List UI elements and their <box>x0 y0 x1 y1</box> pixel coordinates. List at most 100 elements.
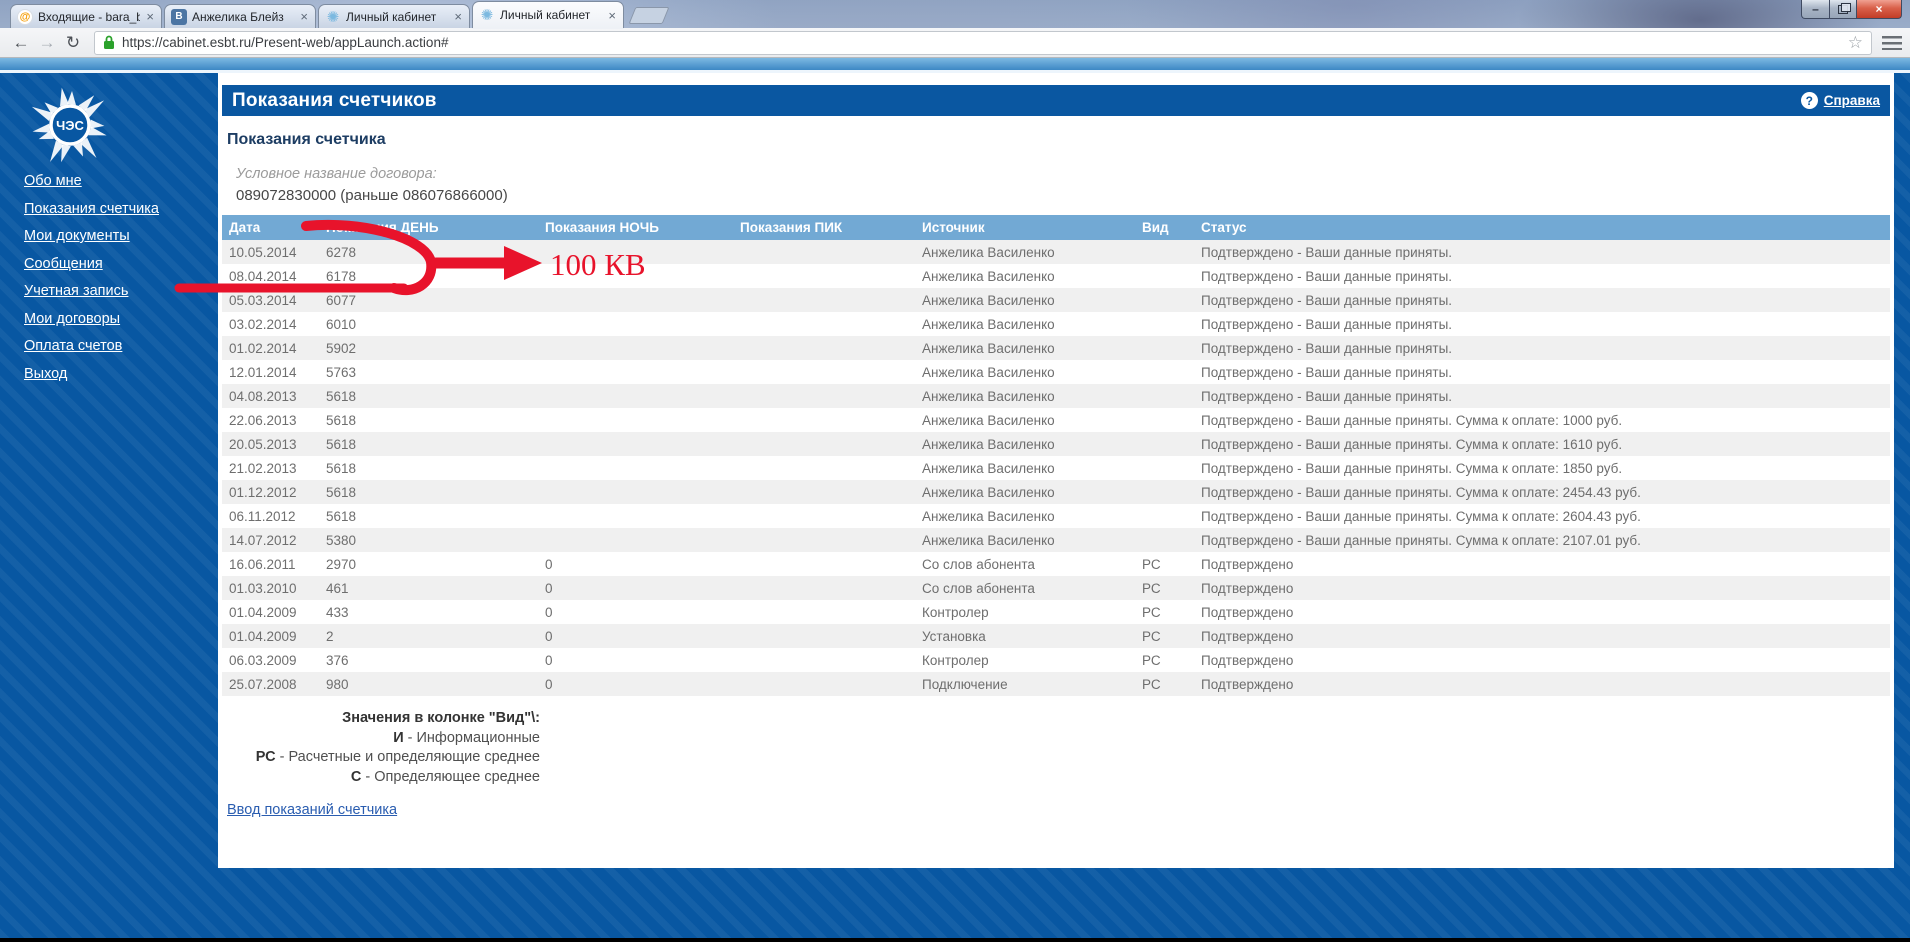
table-cell: Подтверждено - Ваши данные приняты. <box>1201 292 1453 308</box>
table-cell: РС <box>1142 676 1161 692</box>
url-text[interactable]: https://cabinet.esbt.ru/Present-web/appL… <box>122 35 1841 50</box>
table-cell: РС <box>1142 628 1161 644</box>
table-cell <box>733 672 915 696</box>
legend-entry: С - Определяющее среднее <box>222 768 540 788</box>
section-title: Показания счетчика <box>227 131 386 148</box>
table-cell: 10.05.2014 <box>229 244 297 260</box>
mail-at-icon: @ <box>17 8 33 25</box>
table-cell: 376 <box>326 652 349 668</box>
table-cell: Контролер <box>922 604 989 620</box>
tab-close-icon[interactable]: × <box>145 10 155 23</box>
minimize-button[interactable]: – <box>1801 0 1830 19</box>
bookmark-star-icon[interactable]: ☆ <box>1848 34 1863 51</box>
reload-button[interactable]: ↻ <box>60 34 86 51</box>
help-link[interactable]: ? Справка <box>1800 92 1880 109</box>
table-cell: Подтверждено - Ваши данные приняты. <box>1201 244 1453 260</box>
table-cell: 5618 <box>326 412 357 428</box>
table-row: 01.04.2009 2 0 Установка РС Подтверждено <box>222 624 1890 648</box>
browser-tab[interactable]: В Анжелика Блейз × <box>164 4 316 28</box>
table-cell: Анжелика Василенко <box>922 460 1055 476</box>
table-cell: 04.08.2013 <box>229 388 297 404</box>
table-header-row: Дата Показания ДЕНЬ Показания НОЧЬ Показани… <box>222 215 1890 240</box>
sidebar: ЧЭС Обо мне Показания счетчика Мои докумен… <box>0 73 218 938</box>
table-cell: 0 <box>545 580 553 596</box>
table-cell: Подключение <box>922 676 1008 692</box>
table-cell: 05.03.2014 <box>229 292 297 308</box>
sidebar-item[interactable]: Показания счетчика <box>24 201 214 217</box>
table-cell: 2970 <box>326 556 357 572</box>
table-cell <box>538 456 733 480</box>
table-cell: РС <box>1142 556 1161 572</box>
sidebar-item[interactable]: Выход <box>24 366 214 382</box>
contract-label: Условное название договора: <box>236 166 437 182</box>
address-bar[interactable]: https://cabinet.esbt.ru/Present-web/appL… <box>94 30 1872 55</box>
legend-key: С <box>350 768 362 785</box>
column-header: Вид <box>1135 215 1194 240</box>
logo-text: ЧЭС <box>56 118 84 133</box>
browser-tab[interactable]: ✺ Личный кабинет × <box>472 1 624 28</box>
chrome-menu-icon[interactable] <box>1882 35 1902 50</box>
column-header: Показания ПИК <box>733 215 915 240</box>
browser-tab[interactable]: @ Входящие - bara_bika@m × <box>10 4 162 28</box>
column-header: Источник <box>915 215 1135 240</box>
sidebar-item[interactable]: Обо мне <box>24 173 214 189</box>
table-cell: 08.04.2014 <box>229 268 297 284</box>
legend-key: И <box>393 729 404 746</box>
forward-button[interactable]: → <box>34 34 60 51</box>
cabinet-page: ЧЭС Обо мне Показания счетчика Мои докумен… <box>0 58 1910 938</box>
sidebar-item[interactable]: Мои договоры <box>24 311 214 327</box>
column-header: Показания НОЧЬ <box>538 215 733 240</box>
enter-readings-link[interactable]: Ввод показаний счетчика <box>227 802 397 818</box>
table-cell <box>733 240 915 264</box>
table-cell: 12.01.2014 <box>229 364 297 380</box>
table-cell: 0 <box>545 604 553 620</box>
table-cell: Анжелика Василенко <box>922 484 1055 500</box>
tab-close-icon[interactable]: × <box>299 10 309 23</box>
table-cell: Подтверждено - Ваши данные приняты. Сумм… <box>1201 484 1641 500</box>
table-cell <box>733 600 915 624</box>
table-cell: Со слов абонента <box>922 580 1035 596</box>
table-cell: Подтверждено <box>1201 652 1294 668</box>
table-cell <box>733 624 915 648</box>
back-button[interactable]: ← <box>8 34 34 51</box>
legend-entry: И - Информационные <box>222 729 540 749</box>
restore-icon <box>1838 2 1851 14</box>
table-row: 20.05.2013 5618 Анжелика Василенко Подтверж… <box>222 432 1890 456</box>
table-cell: 01.03.2010 <box>229 580 297 596</box>
maximize-button[interactable] <box>1830 0 1857 19</box>
table-cell: 03.02.2014 <box>229 316 297 332</box>
table-cell: 5618 <box>326 484 357 500</box>
table-cell <box>538 264 733 288</box>
content-header: Показания счетчиков ? Справка <box>222 85 1890 116</box>
table-cell: 01.04.2009 <box>229 628 297 644</box>
help-label: Справка <box>1823 93 1880 108</box>
table-cell: Подтверждено <box>1201 628 1294 644</box>
table-cell <box>538 360 733 384</box>
new-tab-button[interactable] <box>628 7 670 24</box>
padlock-icon <box>104 35 114 49</box>
table-row: 14.07.2012 5380 Анжелика Василенко Подтверж… <box>222 528 1890 552</box>
tab-close-icon[interactable]: × <box>607 9 617 22</box>
table-cell: 0 <box>545 652 553 668</box>
table-cell: 2 <box>326 628 334 644</box>
browser-tab[interactable]: ✺ Личный кабинет × <box>318 4 470 28</box>
table-cell: РС <box>1142 604 1161 620</box>
table-cell: Подтверждено - Ваши данные приняты. <box>1201 316 1453 332</box>
table-cell <box>1135 432 1194 456</box>
page-title: Показания счетчиков <box>232 89 437 111</box>
sidebar-item[interactable]: Учетная запись <box>24 283 214 299</box>
table-cell: Установка <box>922 628 986 644</box>
table-cell <box>1135 264 1194 288</box>
table-cell <box>733 384 915 408</box>
table-cell: 16.06.2011 <box>229 556 296 572</box>
table-cell: РС <box>1142 652 1161 668</box>
column-header: Показания ДЕНЬ <box>319 215 538 240</box>
table-cell: Подтверждено <box>1201 580 1294 596</box>
close-window-button[interactable]: × <box>1857 0 1902 19</box>
tab-close-icon[interactable]: × <box>453 10 463 23</box>
sidebar-item[interactable]: Оплата счетов <box>24 338 214 354</box>
table-cell <box>733 480 915 504</box>
sidebar-item[interactable]: Сообщения <box>24 256 214 272</box>
sidebar-item[interactable]: Мои документы <box>24 228 214 244</box>
table-cell: 5763 <box>326 364 357 380</box>
